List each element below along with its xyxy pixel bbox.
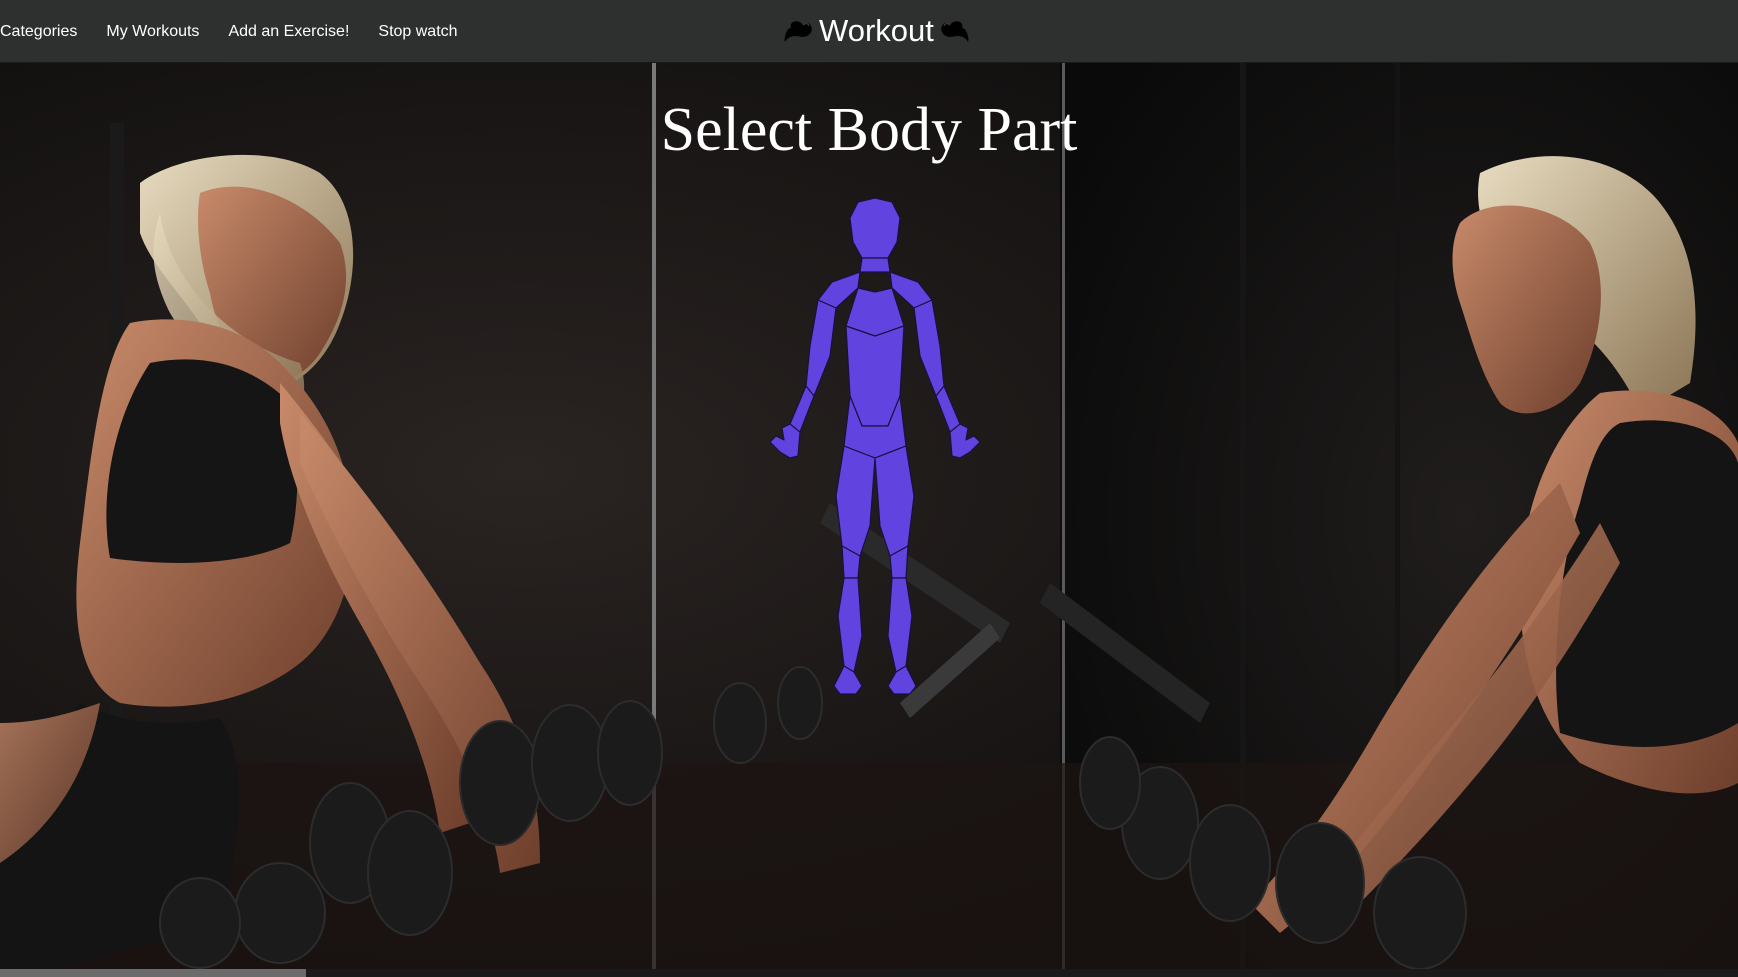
nav-link-my-workouts[interactable]: My Workouts [106,23,199,41]
left-hand-part [770,423,801,459]
right-foot-part [887,665,917,695]
right-thigh-part [874,445,915,557]
human-body-muscle-map-icon[interactable] [770,196,980,696]
left-foot-part [833,665,863,695]
nav-links: Categories My Workouts Add an Exercise! … [0,0,487,63]
brand-title: Workout [819,13,934,48]
left-upper-arm-part [805,299,837,397]
horizontal-scrollbar-thumb[interactable] [0,969,306,977]
flexed-bicep-icon [784,21,812,42]
right-calf-part [887,577,913,673]
top-navbar: Categories My Workouts Add an Exercise! … [0,0,1738,63]
page-title: Select Body Part [660,96,1078,164]
head-part [849,197,901,259]
neck-part [859,257,891,273]
brand-logo[interactable]: Workout [783,8,970,54]
right-hand-part [949,423,980,459]
flexed-bicep-icon [941,21,969,42]
left-thigh-part [835,445,876,557]
right-upper-arm-part [913,299,945,397]
nav-link-stop-watch[interactable]: Stop watch [378,23,457,41]
left-calf-part [837,577,863,673]
nav-link-categories[interactable]: Categories [0,23,77,41]
nav-link-add-exercise[interactable]: Add an Exercise! [228,23,349,41]
